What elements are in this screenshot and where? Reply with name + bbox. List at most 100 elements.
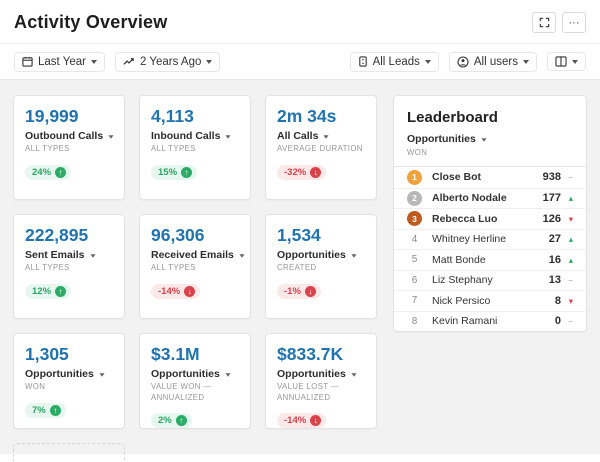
metric-card-opportunities-won: 1,305 Opportunities WON 7% [13, 333, 125, 429]
empty-metric-placeholder[interactable] [13, 443, 125, 462]
leaderboard-row: 7 Nick Persico 8 [394, 290, 586, 311]
metric-type-dropdown[interactable]: Opportunities [277, 368, 365, 380]
metric-type-dropdown[interactable]: Opportunities [277, 249, 365, 261]
date-range-filter[interactable]: Last Year [14, 52, 105, 72]
chevron-down-icon [351, 254, 356, 257]
rank-number: 6 [407, 273, 422, 288]
trend-indicator-icon [564, 317, 573, 326]
metric-label: Inbound Calls [151, 130, 220, 142]
metric-sublabel: WON [25, 382, 113, 393]
chevron-down-icon [572, 60, 578, 64]
user-value: 27 [549, 233, 561, 245]
change-badge: 12% [25, 284, 71, 299]
user-value: 0 [555, 315, 561, 327]
metric-type-dropdown[interactable]: All Calls [277, 130, 365, 142]
trend-indicator-icon [564, 256, 573, 265]
leaderboard-row: 5 Matt Bonde 16 [394, 249, 586, 270]
leads-filter-label: All Leads [373, 56, 420, 68]
leaderboard-row: 1 Close Bot 938 [394, 167, 586, 188]
leaderboard-row: 6 Liz Stephany 13 [394, 270, 586, 291]
metric-sublabel: ALL TYPES [25, 263, 113, 274]
lead-icon [358, 56, 368, 67]
change-value: -14% [284, 415, 306, 426]
chevron-down-icon [225, 373, 230, 376]
user-name: Alberto Nodale [432, 192, 543, 204]
leaderboard-metric-label: Opportunities [407, 133, 476, 145]
user-value: 8 [555, 295, 561, 307]
metric-value: 222,895 [25, 225, 113, 246]
trend-arrow-icon [305, 286, 316, 297]
leaderboard-metric-dropdown[interactable]: Opportunities [407, 133, 573, 145]
leaderboard-sublabel: WON [407, 148, 573, 157]
fullscreen-button[interactable] [532, 12, 556, 33]
metric-value: 1,534 [277, 225, 365, 246]
leads-filter[interactable]: All Leads [350, 52, 439, 72]
rank-number: 8 [407, 314, 422, 329]
metric-label: All Calls [277, 130, 318, 142]
trend-arrow-icon [181, 167, 192, 178]
metric-card-value-lost: $833.7K Opportunities VALUE LOST — ANNUA… [265, 333, 377, 429]
trend-indicator-icon [564, 235, 573, 244]
user-name: Kevin Ramani [432, 315, 555, 327]
metric-type-dropdown[interactable]: Sent Emails [25, 249, 113, 261]
fullscreen-icon [539, 17, 550, 28]
metric-label: Opportunities [277, 249, 346, 261]
rank-number: 4 [407, 232, 422, 247]
page-title: Activity Overview [14, 12, 167, 33]
chevron-down-icon [226, 135, 231, 138]
chevron-down-icon [109, 135, 114, 138]
filter-group-right: All Leads All users [350, 52, 586, 72]
change-badge: 24% [25, 165, 71, 180]
filter-group-left: Last Year 2 Years Ago [14, 52, 220, 72]
metric-type-dropdown[interactable]: Opportunities [151, 368, 239, 380]
leaderboard-row: 8 Kevin Ramani 0 [394, 311, 586, 332]
user-value: 938 [543, 171, 561, 183]
metric-value: $833.7K [277, 344, 365, 365]
trend-arrow-icon [50, 405, 61, 416]
leaderboard-row: 2 Alberto Nodale 177 [394, 188, 586, 209]
metric-type-dropdown[interactable]: Opportunities [25, 368, 113, 380]
comparison-filter[interactable]: 2 Years Ago [115, 52, 220, 72]
leaderboard-row: 4 Whitney Herline 27 [394, 229, 586, 250]
chevron-down-icon [206, 60, 212, 64]
trend-indicator-icon [564, 173, 573, 182]
leaderboard-rows: 1 Close Bot 938 2 Alberto Nodale 177 3 R… [394, 166, 586, 331]
chevron-down-icon [90, 254, 95, 257]
metric-sublabel: CREATED [277, 263, 365, 274]
change-badge: -32% [277, 165, 326, 180]
chevron-down-icon [99, 373, 104, 376]
metric-type-dropdown[interactable]: Inbound Calls [151, 130, 239, 142]
change-value: 7% [32, 405, 46, 416]
more-options-button[interactable]: ··· [562, 12, 586, 33]
change-badge: -14% [277, 413, 326, 428]
metric-type-dropdown[interactable]: Received Emails [151, 249, 239, 261]
metric-value: 2m 34s [277, 106, 365, 127]
change-value: 2% [158, 415, 172, 426]
rank-badge: 3 [407, 211, 422, 226]
users-filter[interactable]: All users [449, 52, 537, 72]
change-badge: 15% [151, 165, 197, 180]
user-value: 13 [549, 274, 561, 286]
metric-type-dropdown[interactable]: Outbound Calls [25, 130, 113, 142]
metric-label: Opportunities [277, 368, 346, 380]
metric-sublabel: VALUE WON — ANNUALIZED [151, 382, 239, 403]
trend-icon [123, 57, 135, 67]
user-value: 16 [549, 254, 561, 266]
user-icon [457, 56, 469, 68]
trend-arrow-icon [55, 286, 66, 297]
trend-arrow-icon [310, 415, 321, 426]
metric-sublabel: ALL TYPES [151, 263, 239, 274]
change-value: 12% [32, 286, 51, 297]
user-value: 177 [543, 192, 561, 204]
leaderboard-title: Leaderboard [407, 109, 573, 126]
chevron-down-icon [523, 60, 529, 64]
user-name: Nick Persico [432, 295, 555, 307]
change-badge: -1% [277, 284, 321, 299]
change-value: -14% [158, 286, 180, 297]
user-name: Whitney Herline [432, 233, 549, 245]
dashboard-content: 19,999 Outbound Calls ALL TYPES 24% 4,11… [0, 80, 600, 454]
comparison-label: 2 Years Ago [140, 56, 201, 68]
layout-columns-selector[interactable] [547, 52, 586, 71]
trend-arrow-icon [55, 167, 66, 178]
change-badge: 2% [151, 413, 192, 428]
